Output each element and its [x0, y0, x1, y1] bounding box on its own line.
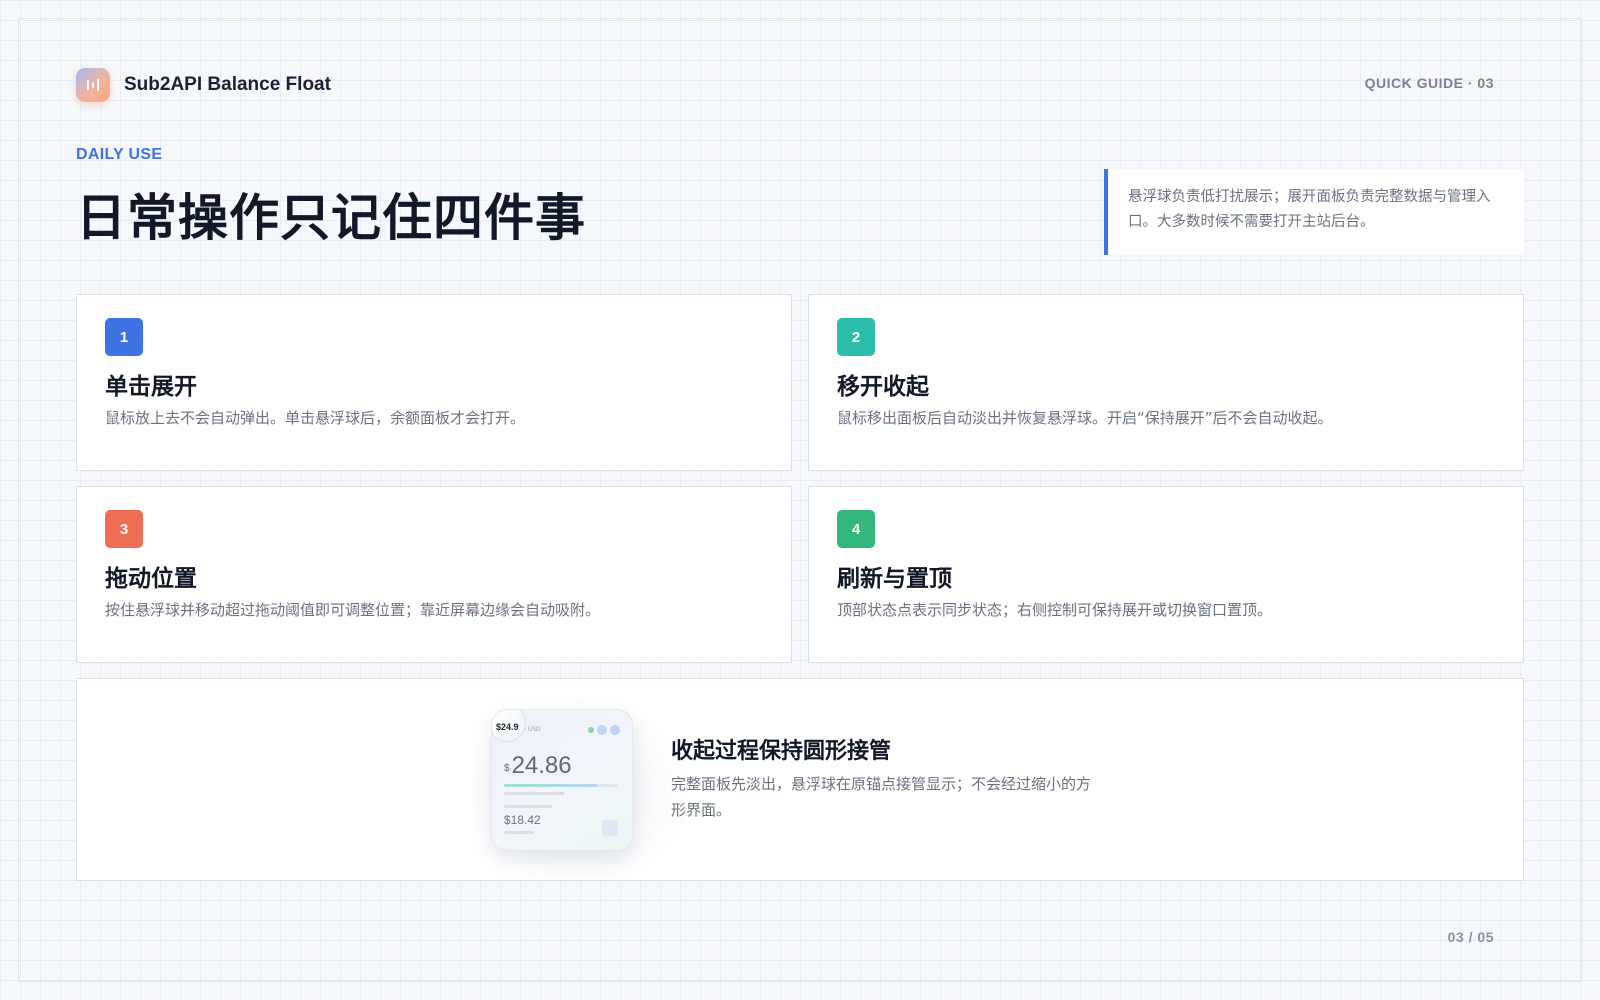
currency-label: · USD: [524, 726, 541, 733]
feature-description: 完整面板先淡出，悬浮球在原锚点接管显示；不会经过缩小的方形界面。: [671, 775, 1092, 819]
balance-value: 24.86: [511, 752, 572, 779]
step-title: 移开收起: [837, 374, 929, 400]
app-logo-icon: [76, 68, 110, 102]
brand: Sub2API Balance Float: [76, 68, 331, 102]
step-description: 顶部状态点表示同步状态；右侧控制可保持展开或切换窗口置顶。: [837, 601, 1273, 619]
brand-name: Sub2API Balance Float: [124, 74, 331, 95]
page-indicator: 03 / 05: [1447, 929, 1494, 945]
panel-controls: [588, 725, 620, 735]
step-description: 鼠标放上去不会自动弹出。单击悬浮球后，余额面板才会打开。: [105, 409, 526, 427]
section-tag: QUICK GUIDE · 03: [1364, 75, 1494, 91]
step-card-4: 4 刷新与置顶 顶部状态点表示同步状态；右侧控制可保持展开或切换窗口置顶。: [808, 486, 1524, 663]
currency-symbol: $: [504, 763, 510, 774]
balance-panel-preview: $24.9 · USD $24.86 $18.42: [491, 709, 633, 851]
keep-open-toggle-icon: [610, 725, 620, 735]
placeholder-line: [504, 792, 564, 795]
step-card-1: 1 单击展开 鼠标放上去不会自动弹出。单击悬浮球后，余额面板才会打开。: [76, 294, 792, 471]
step-title: 单击展开: [105, 374, 197, 400]
feature-card: $24.9 · USD $24.86 $18.42 收起过程保持圆形接管 完整面…: [76, 678, 1524, 889]
pin-toggle-icon: [597, 725, 607, 735]
placeholder-line: [504, 805, 552, 808]
step-number-badge: 1: [105, 318, 143, 356]
balance-progress-fill: [504, 784, 598, 787]
feature-title: 收起过程保持圆形接管: [671, 739, 892, 764]
page-title: 日常操作只记住四件事: [76, 189, 586, 247]
intro-note: 悬浮球负责低打扰展示；展开面板负责完整数据与管理入口。大多数时候不需要打开主站后…: [1104, 169, 1524, 255]
step-number-badge: 2: [837, 318, 875, 356]
step-card-3: 3 拖动位置 按住悬浮球并移动超过拖动阈值即可调整位置；靠近屏幕边缘会自动吸附。: [76, 486, 792, 663]
sync-status-icon: [588, 727, 594, 733]
step-title: 拖动位置: [105, 566, 197, 592]
step-title: 刷新与置顶: [837, 566, 952, 592]
step-number-badge: 4: [837, 510, 875, 548]
step-description: 按住悬浮球并移动超过拖动阈值即可调整位置；靠近屏幕边缘会自动吸附。: [105, 601, 601, 619]
step-card-2: 2 移开收起 鼠标移出面板后自动淡出并恢复悬浮球。开启“保持展开”后不会自动收起…: [808, 294, 1524, 471]
step-description: 鼠标移出面板后自动淡出并恢复悬浮球。开启“保持展开”后不会自动收起。: [837, 409, 1333, 427]
float-ball-value: $24.9: [496, 722, 519, 732]
panel-action-icon: [602, 820, 618, 836]
secondary-amount: $18.42: [504, 813, 541, 827]
balance-progress-bar: [504, 784, 618, 787]
step-number-badge: 3: [105, 510, 143, 548]
placeholder-line: [504, 831, 534, 834]
eyebrow: DAILY USE: [76, 146, 163, 163]
balance-amount: $24.86: [504, 752, 572, 780]
